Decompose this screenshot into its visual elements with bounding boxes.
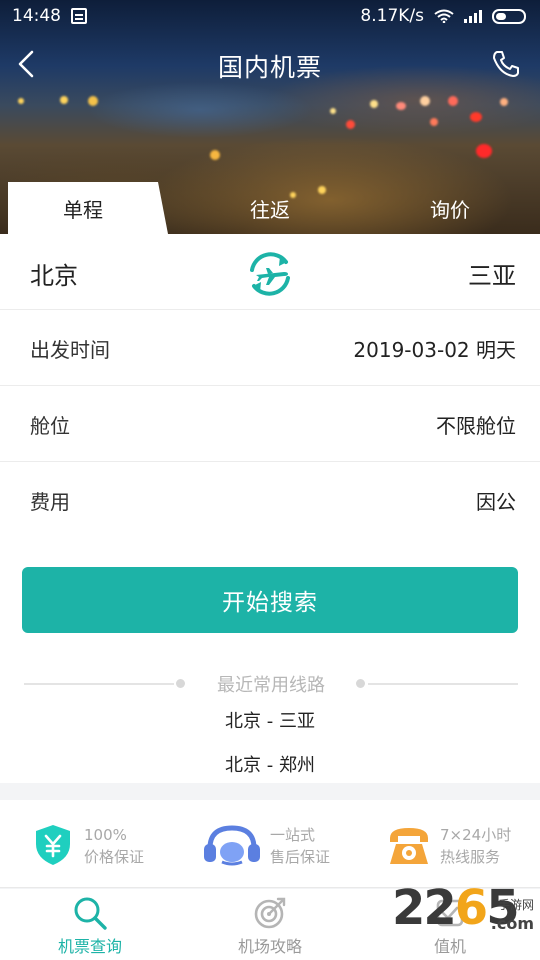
notification-icon <box>71 8 87 24</box>
feature-line1: 7×24小时 <box>440 826 512 844</box>
headset-icon <box>204 825 260 866</box>
title-bar: 国内机票 <box>0 36 540 92</box>
start-search-button[interactable]: 开始搜索 <box>22 567 518 633</box>
divider-right <box>368 683 518 685</box>
network-speed: 8.17K/s <box>360 6 424 26</box>
search-form: 北京 三亚 出发时间 2019-03-02 明天 舱位 不限舱位 费用 因公 <box>0 234 540 538</box>
feature-aftersales: 一站式 售后保证 <box>204 822 354 872</box>
feature-line2: 热线服务 <box>440 848 501 866</box>
service-guarantees: 100% 价格保证 一站式 售后保证 7×24小时 热线服务 <box>0 800 540 888</box>
departure-date-label: 出发时间 <box>30 338 110 362</box>
page-title: 国内机票 <box>217 53 322 82</box>
trip-type-tabs: 单程 往返 询价 <box>0 182 540 234</box>
tab-one-way[interactable]: 单程 <box>8 182 158 234</box>
site-watermark-logo: 2265 手游网 .com <box>390 878 540 960</box>
route-selector: 北京 三亚 <box>0 234 540 310</box>
feature-hotline: 7×24小时 热线服务 <box>386 822 536 872</box>
departure-city[interactable]: 北京 <box>30 256 78 291</box>
wifi-icon <box>434 9 454 23</box>
hero-banner: 14:48 8.17K/s 国内机票 单程 往返 询价 <box>0 0 540 234</box>
fee-type-label: 费用 <box>30 490 70 514</box>
divider-dot-right <box>356 679 365 688</box>
nav-flight-search[interactable]: 机票查询 <box>30 895 150 957</box>
feature-price-guarantee: 100% 价格保证 <box>30 822 170 872</box>
feature-line1: 100% <box>84 826 127 844</box>
tab-inquiry[interactable]: 询价 <box>375 182 525 234</box>
fee-type-row[interactable]: 费用 因公 <box>0 462 540 538</box>
watermark-digit-highlight: 6 <box>454 880 488 936</box>
departure-date-value: 2019-03-02 明天 <box>353 338 516 362</box>
recent-route-item[interactable]: 北京 - 郑州 <box>0 751 540 777</box>
phone-icon[interactable] <box>490 48 522 80</box>
feature-line1: 一站式 <box>270 826 316 844</box>
search-section: 开始搜索 最近常用线路 北京 - 三亚 北京 - 郑州 <box>0 537 540 783</box>
feature-line2: 售后保证 <box>270 848 331 866</box>
nav-airport-guide[interactable]: 机场攻略 <box>210 895 330 957</box>
nav-label: 机场攻略 <box>237 937 302 956</box>
arrival-city[interactable]: 三亚 <box>468 256 516 291</box>
target-icon <box>254 897 286 929</box>
recent-routes-header: 最近常用线路 <box>24 669 518 699</box>
cabin-class-row[interactable]: 舱位 不限舱位 <box>0 386 540 462</box>
tab-round-trip[interactable]: 往返 <box>195 182 345 234</box>
departure-date-row[interactable]: 出发时间 2019-03-02 明天 <box>0 310 540 386</box>
watermark-domain: .com <box>490 914 534 933</box>
battery-icon <box>492 8 526 24</box>
cabin-class-value: 不限舱位 <box>436 414 516 438</box>
recent-route-item[interactable]: 北京 - 三亚 <box>0 707 540 733</box>
shield-yuan-icon <box>36 825 70 865</box>
status-time: 14:48 <box>12 6 61 26</box>
signal-icon <box>464 9 482 23</box>
cabin-class-label: 舱位 <box>30 414 70 438</box>
swap-cities-icon[interactable] <box>244 248 296 300</box>
telephone-icon <box>390 828 428 864</box>
watermark-text: 手游网 <box>497 898 534 912</box>
watermark-digits: 22 <box>392 880 457 936</box>
status-bar: 14:48 8.17K/s <box>0 0 540 32</box>
fee-type-value: 因公 <box>476 490 516 514</box>
nav-label: 机票查询 <box>57 937 122 956</box>
search-icon <box>74 897 107 930</box>
feature-line2: 价格保证 <box>84 848 145 866</box>
